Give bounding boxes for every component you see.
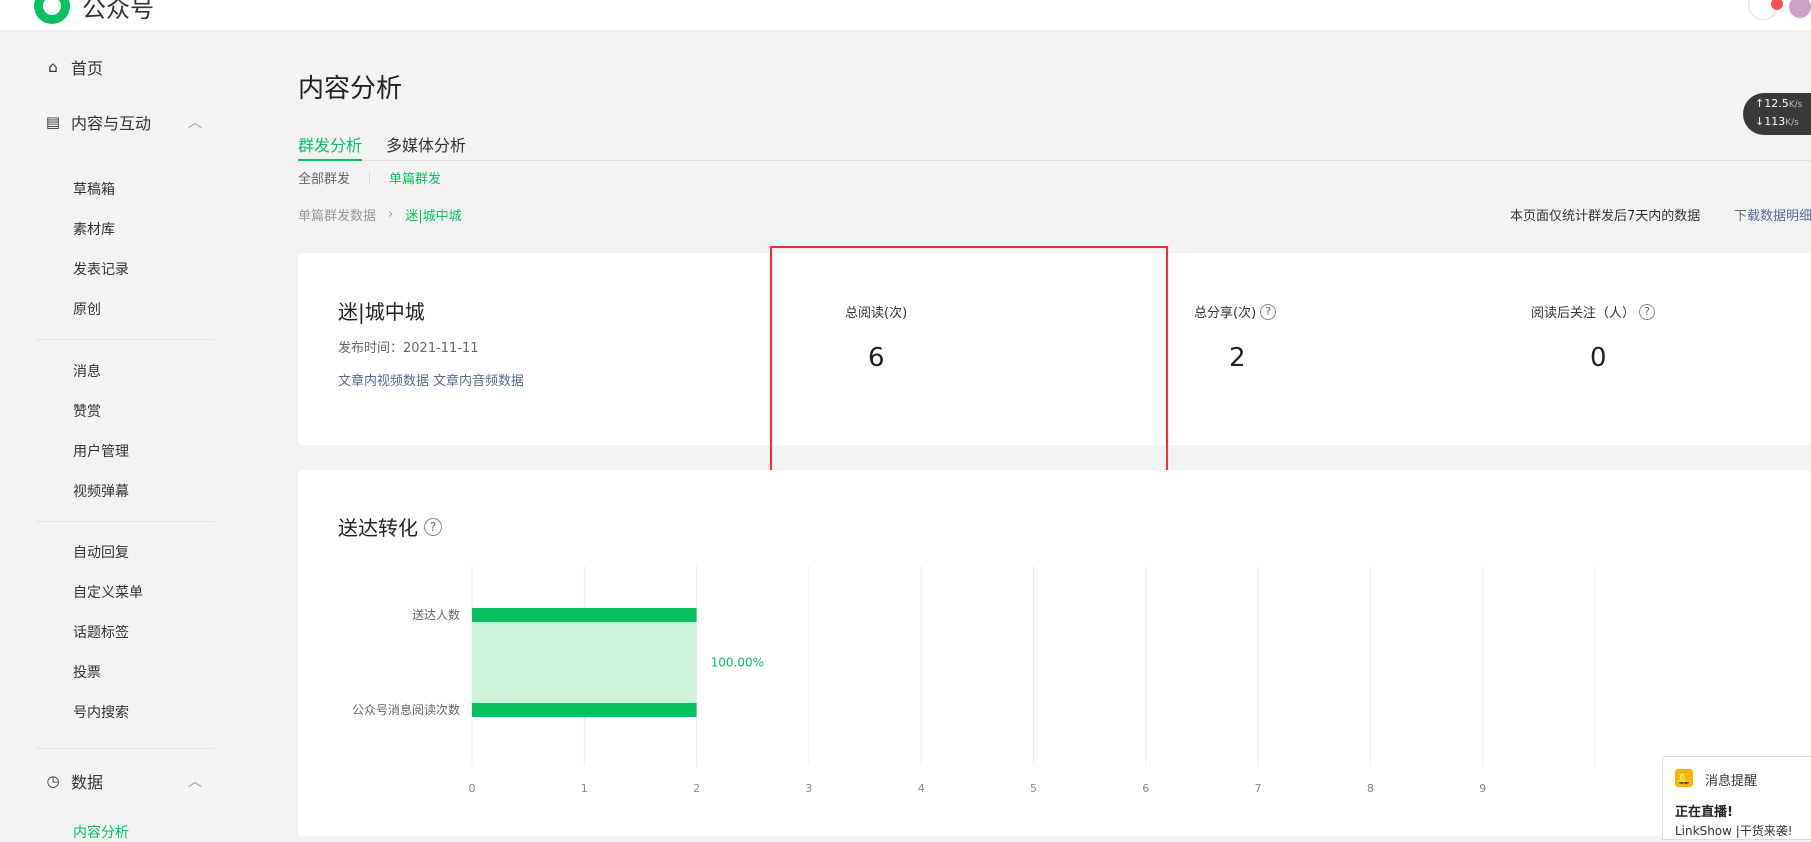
y-category-label: 公众号消息阅读次数 [352,702,460,717]
chevron-up-icon[interactable]: ︿ [188,112,202,132]
sidebar-item-topic-tags[interactable]: 话题标签 [73,622,129,642]
chart-band-layer [472,615,697,710]
home-icon: ⌂ [48,58,58,76]
x-tick-label: 4 [918,782,925,795]
upload-speed-value: 12.5 [1764,97,1789,110]
conversion-rate-label: 100.00% [711,656,764,670]
bar [472,703,697,717]
stat-label-follows-after-read: 阅读后关注（人） ? [1531,302,1656,321]
sidebar-item-drafts[interactable]: 草稿箱 [73,179,115,199]
avatar[interactable] [1789,0,1811,18]
speed-unit: K/s [1785,118,1799,128]
sidebar-item-auto-reply[interactable]: 自动回复 [73,542,129,562]
x-tick-label: 3 [805,782,812,795]
audio-data-link[interactable]: 文章内音频数据 [433,374,524,389]
highlight-box [770,246,1168,483]
toast-title: 消息提醒 [1705,774,1758,789]
logo-text: 公众号 [82,0,154,23]
video-data-link[interactable]: 文章内视频数据 [338,374,429,389]
notification-toast[interactable]: 🔔 消息提醒 正在直播! LinkShow |干货来袭! [1662,756,1811,840]
logo[interactable]: 公众号 [34,0,154,24]
help-icon[interactable]: ? [1639,303,1656,320]
top-bar: 公众号 [0,0,1811,31]
arrow-up-icon: ↑ [1755,97,1765,110]
divider [369,171,371,184]
download-speed-value: 113 [1764,115,1786,128]
tab-bar: 群发分析 多媒体分析 [298,132,1811,161]
tab-mass-send-analysis[interactable]: 群发分析 [298,132,363,161]
subtab-all-mass-send[interactable]: 全部群发 [298,168,350,187]
sidebar-item-materials[interactable]: 素材库 [73,219,115,239]
breadcrumb: 单篇群发数据 › 迷|城中城 [298,205,462,224]
x-tick-label: 8 [1367,782,1374,795]
sidebar-item-original[interactable]: 原创 [73,299,101,319]
sidebar-item-messages[interactable]: 消息 [73,361,101,381]
divider [36,339,214,340]
stat-label-total-shares: 总分享(次) ? [1194,302,1277,321]
network-speed-widget: ↑12.5K/s ↓113K/s [1743,93,1811,135]
x-tick-label: 9 [1479,782,1486,795]
sidebar-item-video-danmaku[interactable]: 视频弹幕 [73,481,129,501]
breadcrumb-current: 迷|城中城 [405,209,462,224]
toast-body: LinkShow |干货来袭! [1675,824,1793,838]
conversion-chart: 0 1 2 3 4 5 6 7 8 9 送达人数公众号消息阅读次数 100.00% [352,566,1596,795]
stats-note: 本页面仅统计群发后7天内的数据 [1510,209,1701,224]
download-link[interactable]: 下载数据明细 [1734,205,1811,224]
conversion-band [472,615,697,710]
tab-multimedia-analysis[interactable]: 多媒体分析 [386,132,466,156]
sidebar-item-home[interactable]: ⌂ 首页 [45,55,103,79]
subtab-bar: 全部群发 单篇群发 [298,168,441,187]
speed-unit: K/s [1788,100,1803,110]
sidebar-item-custom-menu[interactable]: 自定义菜单 [73,582,143,602]
sidebar-section-content[interactable]: ▤ 内容与互动 ︿ [45,110,202,134]
upload-speed: ↑12.5K/s [1755,97,1802,110]
x-tick-label: 1 [581,782,588,795]
page-title: 内容分析 [298,74,403,104]
bell-icon: 🔔 [1675,769,1693,787]
sidebar-item-user-management[interactable]: 用户管理 [73,441,129,461]
notification-badge [1771,0,1783,10]
arrow-down-icon: ↓ [1755,115,1765,128]
divider [36,521,214,522]
divider [36,748,214,749]
wechat-logo-icon [34,0,70,24]
sidebar-section-label: 数据 [71,773,104,792]
help-icon[interactable]: ? [1260,303,1277,320]
x-tick-label: 0 [469,782,476,795]
stat-value-total-shares: 2 [1229,343,1246,373]
sidebar-section-data[interactable]: ◷ 数据 ︿ [45,769,202,793]
sidebar-item-search[interactable]: 号内搜索 [73,702,129,722]
subtab-single-mass-send[interactable]: 单篇群发 [389,168,441,187]
publish-time: 发布时间：2021-11-11 [338,341,479,356]
bar [472,608,697,622]
download-speed: ↓113K/s [1755,115,1799,128]
sidebar: ⌂ 首页 ▤ 内容与互动 ︿ 草稿箱 素材库 发表记录 原创 消息 赞赏 用户管… [0,31,245,841]
x-tick-label: 7 [1255,782,1262,795]
document-icon: ▤ [45,113,61,131]
stat-value-follows-after-read: 0 [1590,343,1607,373]
x-tick-label: 2 [693,782,700,795]
help-icon[interactable]: ? [424,517,442,536]
sidebar-item-publish-records[interactable]: 发表记录 [73,259,129,279]
section-title: 送达转化 ? [338,512,442,541]
breadcrumb-parent[interactable]: 单篇群发数据 [298,205,376,224]
sidebar-section-label: 内容与互动 [71,114,152,133]
stat-label-text: 总分享(次) [1194,306,1257,321]
stat-label-text: 阅读后关注（人） [1531,306,1636,321]
chevron-up-icon[interactable]: ︿ [188,771,202,791]
section-title-text: 送达转化 [338,516,418,540]
chevron-right-icon: › [388,207,394,222]
sidebar-item-vote[interactable]: 投票 [73,662,101,682]
clock-chart-icon: ◷ [46,772,60,790]
article-links: 文章内视频数据 文章内音频数据 [338,370,528,389]
sidebar-item-label: 首页 [71,59,104,78]
sidebar-item-appreciation[interactable]: 赞赏 [73,401,101,421]
sidebar-item-content-analysis[interactable]: 内容分析 [73,822,129,842]
x-tick-label: 5 [1030,782,1037,795]
article-title: 迷|城中城 [338,300,425,324]
toast-headline: 正在直播! [1675,805,1733,820]
x-tick-label: 6 [1142,782,1149,795]
y-category-label: 送达人数 [412,607,460,622]
